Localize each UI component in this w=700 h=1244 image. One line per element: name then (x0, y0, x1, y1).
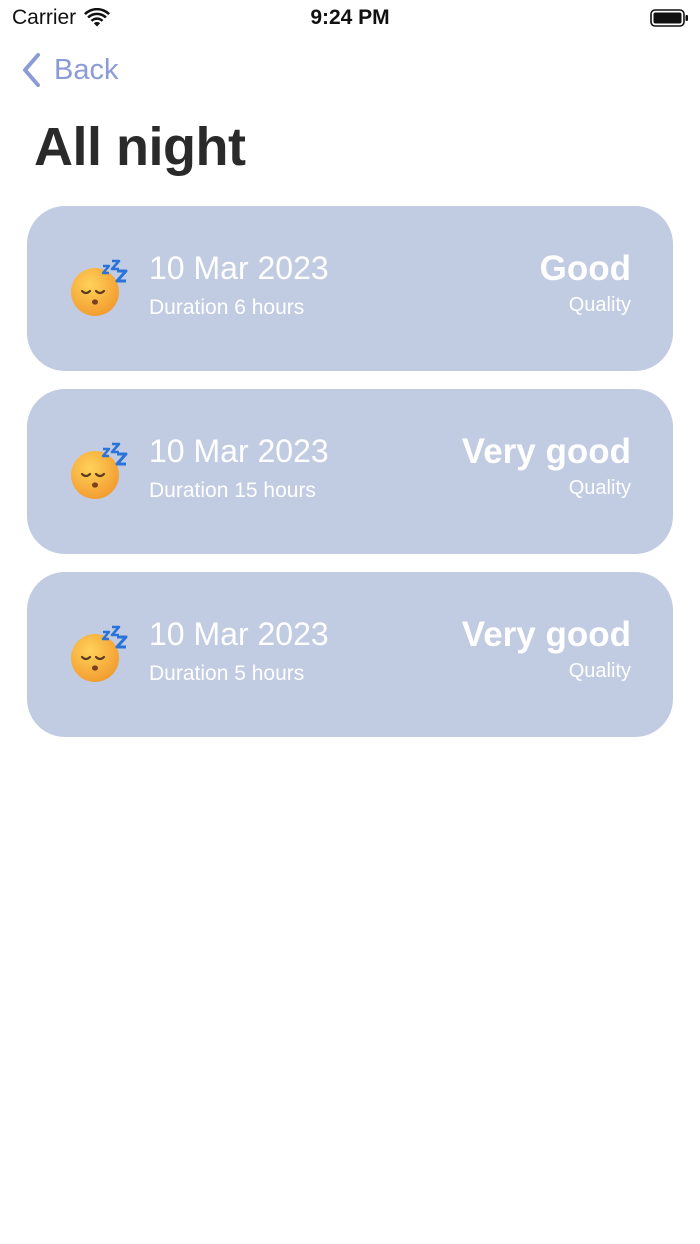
sleep-entry-card[interactable]: 10 Mar 2023 Duration 6 hours Good Qualit… (27, 206, 673, 371)
entry-quality-group: Very good Quality (462, 431, 631, 501)
battery-full-icon (650, 9, 688, 27)
status-bar: Carrier 9:24 PM (0, 0, 700, 36)
entry-quality-label: Quality (568, 294, 631, 316)
page-title: All night (34, 117, 246, 177)
sleep-entry-card[interactable]: 10 Mar 2023 Duration 5 hours Very good Q… (27, 572, 673, 737)
entry-duration: Duration 5 hours (149, 662, 305, 685)
sleep-entry-card[interactable]: 10 Mar 2023 Duration 15 hours Very good … (27, 389, 673, 554)
entry-quality: Very good (461, 432, 631, 471)
chevron-left-icon (23, 53, 40, 87)
entry-info: 10 Mar 2023 Duration 15 hours (149, 431, 329, 505)
entry-date: 10 Mar 2023 (149, 250, 329, 286)
entry-quality-label: Quality (568, 660, 631, 682)
entry-duration: Duration 6 hours (149, 296, 305, 319)
entry-quality: Good (539, 249, 631, 288)
entry-date: 10 Mar 2023 (149, 616, 329, 652)
back-button[interactable]: Back (20, 52, 118, 88)
entry-duration: Duration 15 hours (149, 479, 316, 502)
sleeping-face-icon (71, 442, 128, 499)
entry-quality-group: Good Quality (540, 248, 631, 318)
status-time: 9:24 PM (310, 6, 390, 29)
entry-quality-group: Very good Quality (462, 614, 631, 684)
entry-info: 10 Mar 2023 Duration 6 hours (149, 248, 329, 322)
entry-date: 10 Mar 2023 (149, 433, 329, 469)
back-label: Back (54, 53, 119, 86)
entry-info: 10 Mar 2023 Duration 5 hours (149, 614, 329, 688)
entry-quality-label: Quality (568, 477, 631, 499)
sleep-entry-list: 10 Mar 2023 Duration 6 hours Good Qualit… (27, 206, 673, 755)
entry-quality: Very good (461, 615, 631, 654)
sleeping-face-icon (71, 259, 128, 316)
sleeping-face-icon (71, 625, 128, 682)
